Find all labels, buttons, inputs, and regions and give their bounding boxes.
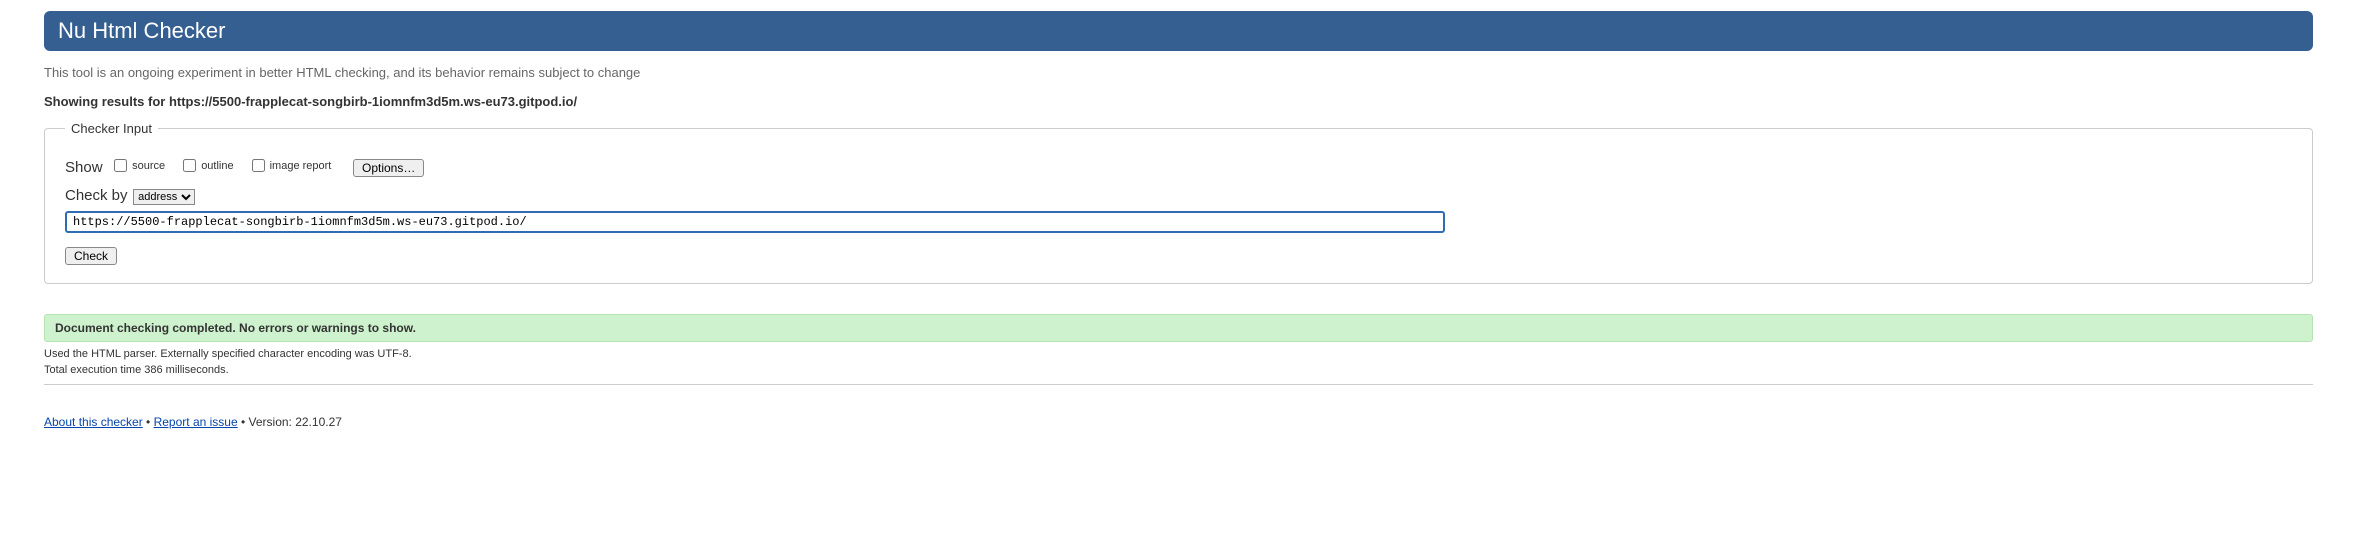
timing-info: Total execution time 386 milliseconds. xyxy=(44,364,2313,376)
header-bar: Nu Html Checker xyxy=(44,11,2313,51)
outline-checkbox-label[interactable]: outline xyxy=(179,156,233,175)
options-button[interactable]: Options… xyxy=(353,159,424,177)
image-report-checkbox-label[interactable]: image report xyxy=(248,156,332,175)
footer-sep2: • xyxy=(238,415,249,429)
checkby-select[interactable]: address xyxy=(133,189,195,205)
checker-input-fieldset: Checker Input Show source outline image … xyxy=(44,121,2313,284)
success-message: Document checking completed. No errors o… xyxy=(44,314,2313,342)
source-checkbox[interactable] xyxy=(114,159,127,172)
about-link[interactable]: About this checker xyxy=(44,415,143,429)
outline-checkbox[interactable] xyxy=(183,159,196,172)
url-input[interactable] xyxy=(65,211,1445,233)
show-label: Show xyxy=(65,159,103,176)
results-heading: Showing results for https://5500-frapple… xyxy=(44,94,2313,109)
source-checkbox-text: source xyxy=(132,160,165,172)
outline-checkbox-text: outline xyxy=(201,160,233,172)
image-report-checkbox[interactable] xyxy=(252,159,265,172)
page-title: Nu Html Checker xyxy=(58,18,2299,44)
fieldset-legend: Checker Input xyxy=(65,121,158,136)
checkby-label: Check by xyxy=(65,187,128,204)
show-row: Show source outline image report Options… xyxy=(65,156,2292,177)
checkby-row: Check by address xyxy=(65,187,2292,233)
check-button[interactable]: Check xyxy=(65,247,117,265)
report-issue-link[interactable]: Report an issue xyxy=(154,415,238,429)
divider xyxy=(44,384,2313,385)
footer-sep1: • xyxy=(143,415,154,429)
image-report-checkbox-text: image report xyxy=(270,160,332,172)
footer: About this checker • Report an issue • V… xyxy=(44,415,2313,429)
subtitle-text: This tool is an ongoing experiment in be… xyxy=(44,65,2313,80)
version-label: Version: 22.10.27 xyxy=(249,415,342,429)
parser-info: Used the HTML parser. Externally specifi… xyxy=(44,348,2313,360)
source-checkbox-label[interactable]: source xyxy=(110,156,165,175)
